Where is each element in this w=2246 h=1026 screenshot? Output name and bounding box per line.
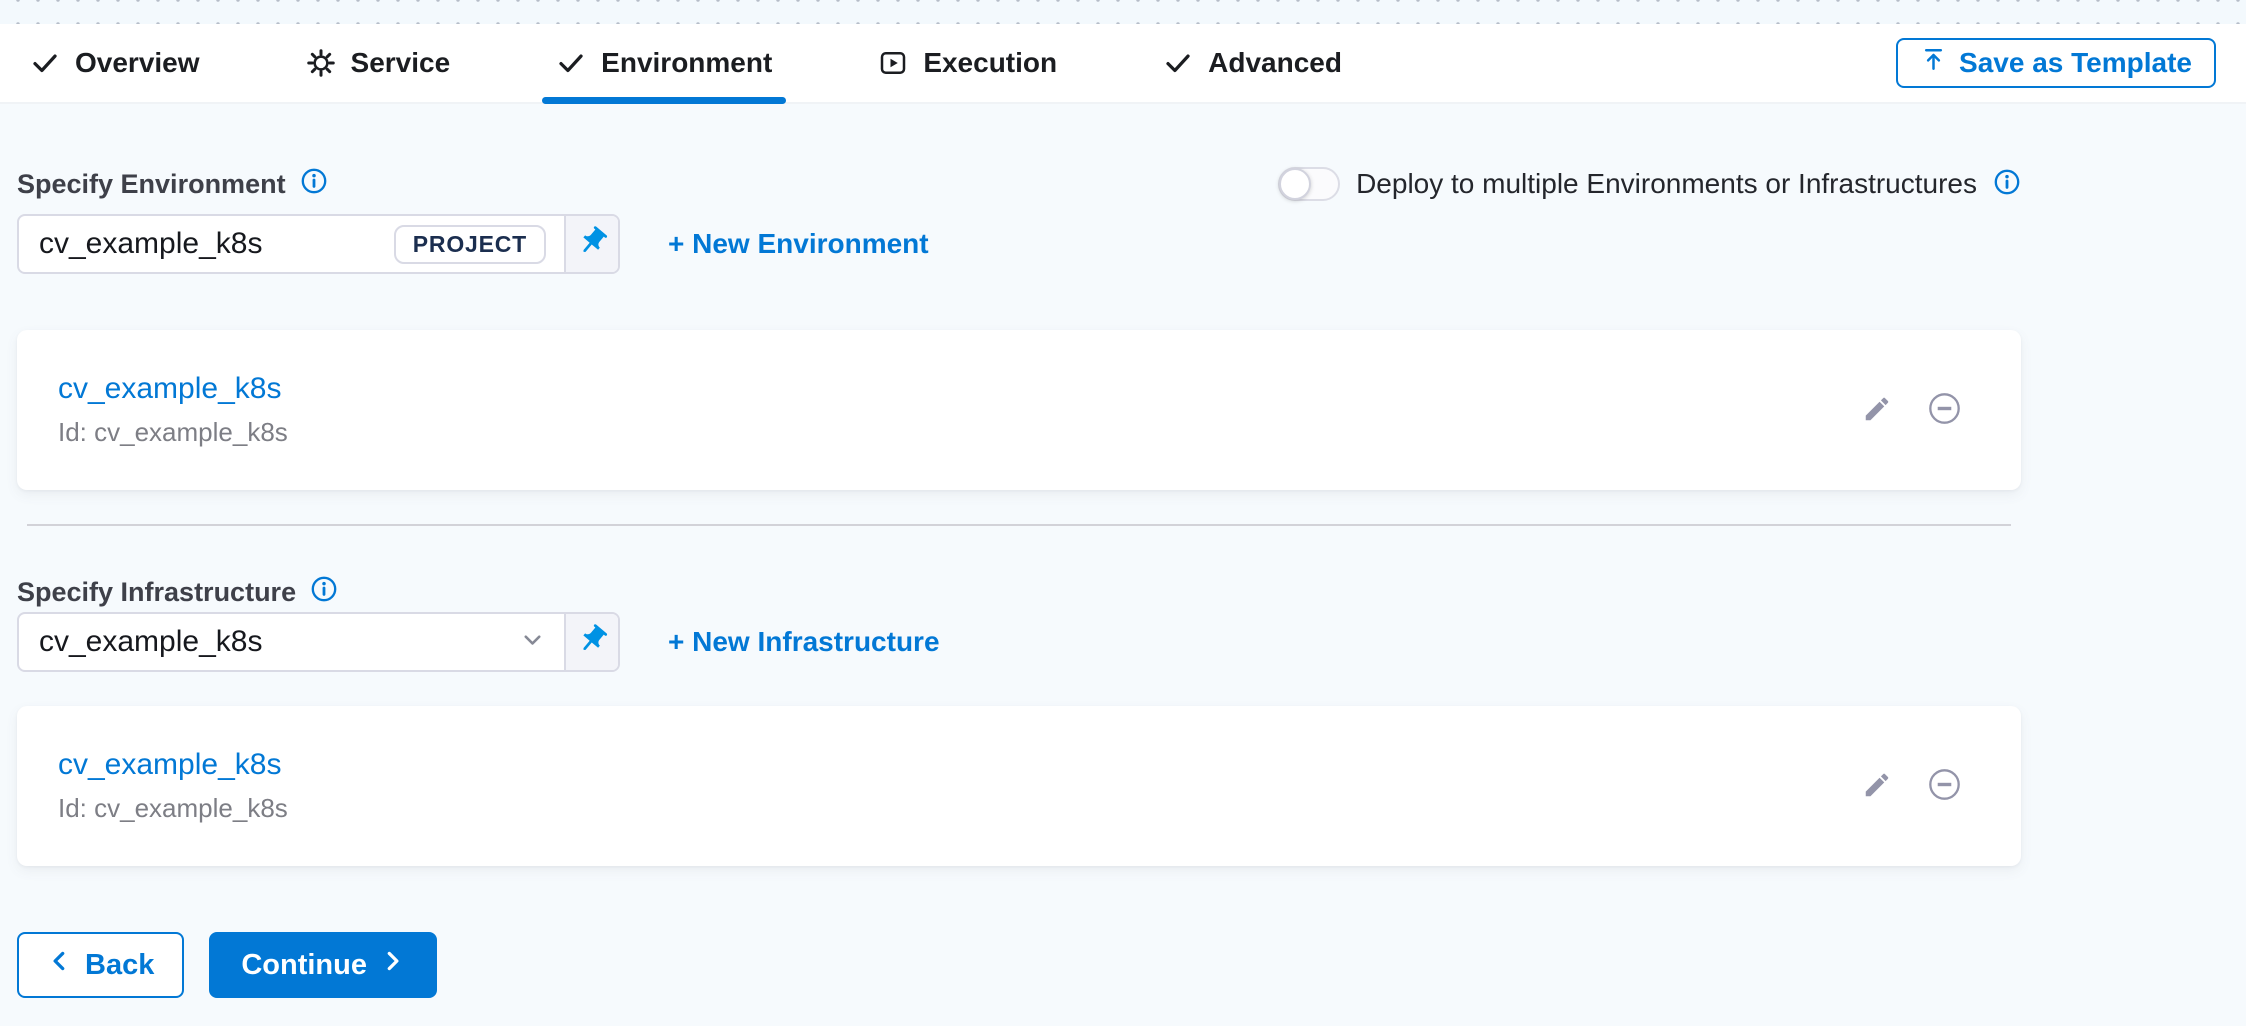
tab-execution[interactable]: Execution — [878, 24, 1057, 102]
tab-label: Advanced — [1208, 47, 1342, 79]
minus-circle-icon — [1926, 766, 1963, 806]
gear-icon — [306, 48, 336, 78]
new-environment-link[interactable]: + New Environment — [668, 228, 929, 260]
toggle-knob — [1279, 168, 1311, 200]
specify-environment-text: Specify Environment — [17, 169, 286, 200]
specify-environment-label: Specify Environment — [17, 167, 328, 202]
infrastructure-card: cv_example_k8s Id: cv_example_k8s — [17, 706, 2021, 866]
section-divider — [27, 524, 2011, 526]
wizard-footer: Back Continue — [17, 932, 2021, 998]
deploy-stage-config-page: Overview Service Environment Execution A… — [0, 0, 2246, 998]
tab-label: Environment — [601, 47, 772, 79]
environment-card-text: cv_example_k8s Id: cv_example_k8s — [58, 372, 288, 448]
back-label: Back — [85, 949, 154, 982]
chevron-left-icon — [47, 948, 73, 982]
environment-select-main: cv_example_k8s PROJECT — [19, 216, 564, 272]
upload-icon — [1920, 46, 1947, 80]
specify-infrastructure-label: Specify Infrastructure — [17, 575, 338, 610]
back-button[interactable]: Back — [17, 932, 184, 998]
pencil-icon — [1862, 394, 1892, 427]
infrastructure-card-id: Id: cv_example_k8s — [58, 793, 288, 824]
infrastructure-card-actions — [1862, 766, 1963, 806]
save-as-template-label: Save as Template — [1959, 47, 2192, 79]
pin-infrastructure-button[interactable] — [564, 614, 618, 670]
deploy-multiple-toggle[interactable] — [1278, 167, 1340, 201]
environment-select[interactable]: cv_example_k8s PROJECT — [17, 214, 620, 274]
check-icon — [30, 48, 60, 78]
remove-infrastructure-button[interactable] — [1926, 766, 1963, 806]
deploy-multiple-toggle-label: Deploy to multiple Environments or Infra… — [1356, 168, 1977, 200]
save-as-template-button[interactable]: Save as Template — [1896, 38, 2216, 88]
info-icon[interactable] — [1993, 168, 2021, 201]
pushpin-icon — [576, 225, 609, 263]
info-icon[interactable] — [300, 167, 328, 202]
pin-environment-button[interactable] — [564, 216, 618, 272]
check-icon — [1163, 48, 1193, 78]
infrastructure-card-title-link[interactable]: cv_example_k8s — [58, 748, 281, 782]
tab-label: Overview — [75, 47, 200, 79]
edit-infrastructure-button[interactable] — [1862, 770, 1892, 803]
deploy-multiple-toggle-group: Deploy to multiple Environments or Infra… — [1278, 167, 2021, 201]
pipeline-canvas-dot-grid — [0, 0, 2246, 24]
chevron-right-icon — [379, 948, 405, 982]
specify-infrastructure-text: Specify Infrastructure — [17, 577, 296, 608]
environment-card: cv_example_k8s Id: cv_example_k8s — [17, 330, 2021, 490]
environment-select-value: cv_example_k8s — [39, 227, 262, 261]
stage-tab-bar: Overview Service Environment Execution A… — [0, 24, 2246, 104]
info-icon[interactable] — [310, 575, 338, 610]
pushpin-icon — [576, 623, 609, 661]
minus-circle-icon — [1926, 390, 1963, 430]
environment-card-title-link[interactable]: cv_example_k8s — [58, 372, 281, 406]
environment-tab-content: Specify Environment Deploy to multiple E… — [0, 164, 2246, 998]
new-infrastructure-link[interactable]: + New Infrastructure — [668, 626, 940, 658]
edit-environment-button[interactable] — [1862, 394, 1892, 427]
tab-label: Service — [351, 47, 451, 79]
pencil-icon — [1862, 770, 1892, 803]
tab-service[interactable]: Service — [306, 24, 451, 102]
remove-environment-button[interactable] — [1926, 390, 1963, 430]
continue-button[interactable]: Continue — [209, 932, 437, 998]
infrastructure-select[interactable]: cv_example_k8s — [17, 612, 620, 672]
environment-scope-badge: PROJECT — [394, 225, 546, 264]
tab-label: Execution — [923, 47, 1057, 79]
tab-overview[interactable]: Overview — [30, 24, 200, 102]
check-icon — [556, 48, 586, 78]
continue-label: Continue — [241, 949, 367, 982]
environment-card-actions — [1862, 390, 1963, 430]
tab-advanced[interactable]: Advanced — [1163, 24, 1342, 102]
tab-environment[interactable]: Environment — [556, 24, 772, 102]
infrastructure-select-value: cv_example_k8s — [39, 625, 262, 659]
infrastructure-card-text: cv_example_k8s Id: cv_example_k8s — [58, 748, 288, 824]
chevron-down-icon — [519, 626, 546, 658]
play-square-icon — [878, 48, 908, 78]
infrastructure-select-main: cv_example_k8s — [19, 614, 564, 670]
environment-card-id: Id: cv_example_k8s — [58, 417, 288, 448]
